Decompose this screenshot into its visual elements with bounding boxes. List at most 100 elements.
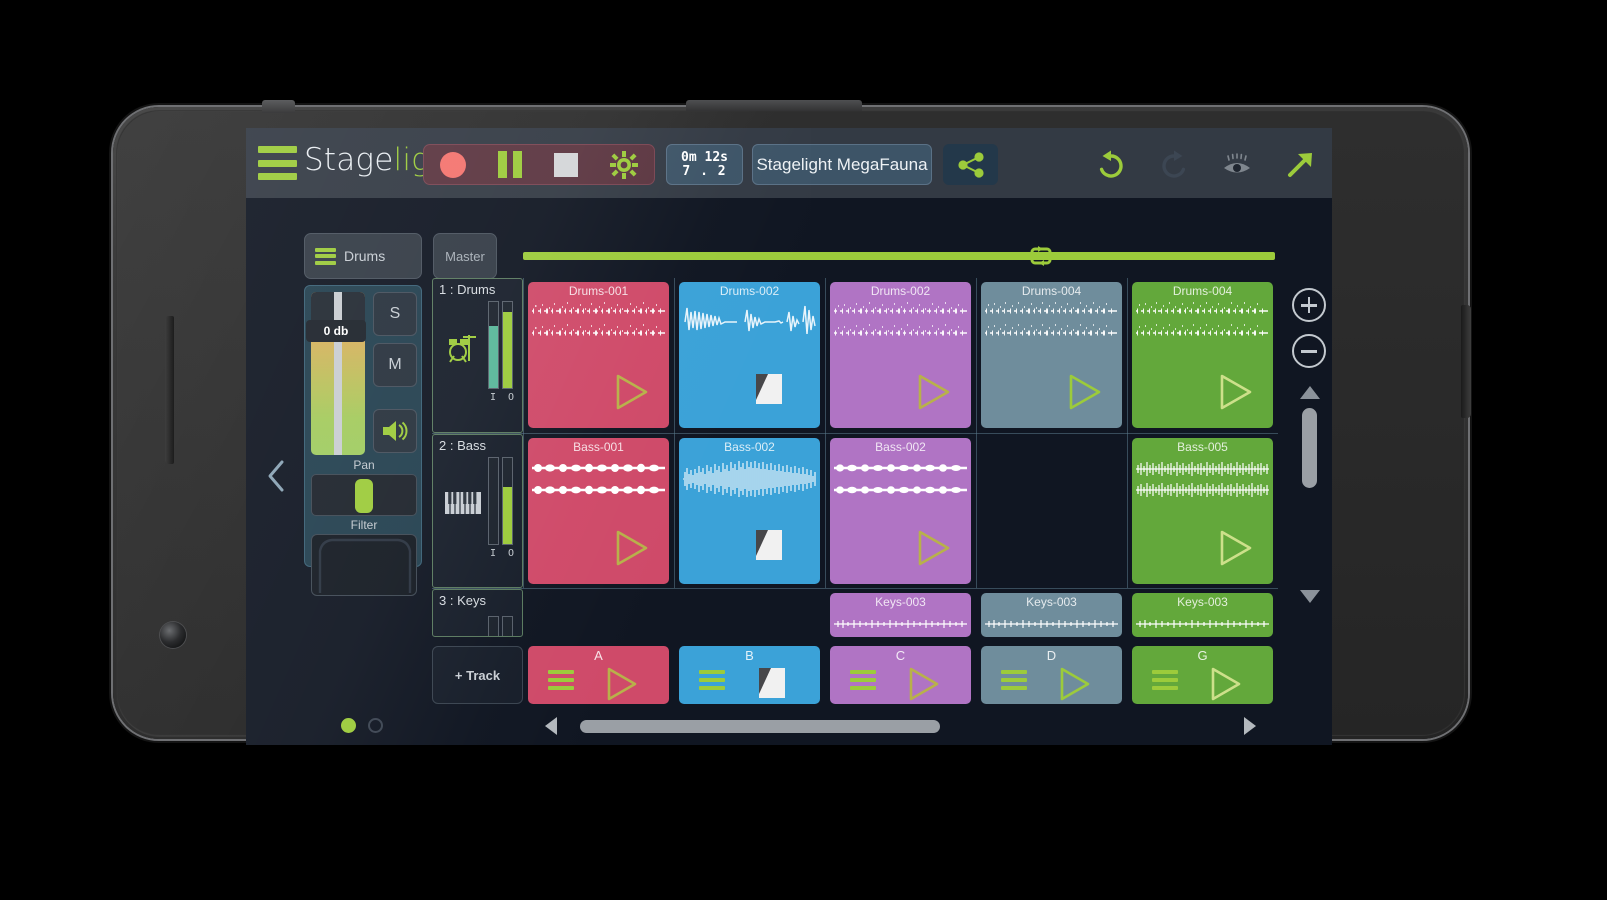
page-dot-active[interactable] [341, 718, 356, 733]
track-header-bass[interactable]: 2 : Bass I O [432, 434, 523, 588]
clip-cell[interactable]: Drums-001 [528, 282, 669, 428]
page-dot-inactive[interactable] [368, 718, 383, 733]
waveform-icon [834, 464, 967, 494]
volume-fader[interactable] [311, 292, 365, 455]
record-icon[interactable] [440, 151, 466, 178]
clip-cell[interactable]: Keys-003 [830, 593, 971, 637]
eye-button[interactable] [1219, 147, 1255, 183]
mixer-tab-label: Drums [344, 248, 386, 264]
scene-label: G [1197, 648, 1208, 663]
waveform-icon [1136, 620, 1269, 628]
track-header-keys[interactable]: 3 : Keys [432, 589, 523, 637]
clip-cell-empty[interactable] [981, 438, 1122, 584]
hamburger-icon[interactable] [699, 670, 725, 690]
scroll-up-button[interactable] [1300, 386, 1320, 399]
mixer-tab-drums[interactable]: Drums [304, 233, 422, 279]
time-position: 7 . 2 [682, 163, 727, 179]
stop-icon[interactable] [756, 530, 782, 560]
piano-keys-icon [445, 492, 481, 519]
scene-button-g[interactable]: G [1132, 646, 1273, 704]
clip-cell[interactable]: Keys-003 [1132, 593, 1273, 637]
waveform-icon [532, 463, 665, 495]
eye-icon [1224, 152, 1250, 172]
track-io-label: I O [490, 392, 518, 403]
clip-title: Keys-003 [1177, 595, 1228, 609]
hamburger-icon[interactable] [850, 670, 876, 690]
stop-icon[interactable] [554, 152, 578, 177]
track-label: 2 : Bass [439, 438, 486, 453]
scene-button-d[interactable]: D [981, 646, 1122, 704]
play-icon [616, 374, 648, 410]
filter-pad[interactable] [311, 534, 417, 596]
hamburger-icon[interactable] [548, 670, 574, 690]
screenshot-root: Stagelight [0, 0, 1607, 900]
zoom-out-button[interactable] [1292, 334, 1326, 368]
scroll-left-button[interactable] [545, 717, 557, 735]
stop-icon[interactable] [759, 668, 785, 698]
play-icon [1211, 667, 1241, 701]
undo-icon [1099, 150, 1123, 178]
horizontal-scrollbar-thumb[interactable] [580, 720, 940, 733]
clip-cell[interactable]: Keys-003 [981, 593, 1122, 637]
meter-input [488, 616, 499, 636]
expand-button[interactable] [1282, 147, 1318, 183]
waveform-icon [684, 305, 816, 335]
mixer-tab-master[interactable]: Master [433, 233, 497, 279]
hamburger-icon[interactable] [1152, 670, 1178, 690]
speaker-button[interactable] [373, 409, 417, 453]
pan-slider[interactable] [311, 474, 417, 516]
stop-icon[interactable] [756, 374, 782, 404]
master-tab-label: Master [445, 248, 485, 264]
add-track-button[interactable]: + Track [432, 646, 523, 704]
play-icon [616, 530, 648, 566]
gear-icon[interactable] [610, 150, 638, 179]
track-header-drums[interactable]: 1 : Drums I O [432, 278, 523, 433]
volume-button[interactable] [165, 316, 174, 464]
loop-marker[interactable] [1026, 240, 1056, 270]
hamburger-icon[interactable] [1001, 670, 1027, 690]
clip-cell[interactable]: Bass-002 [679, 438, 820, 584]
clip-cell-empty[interactable] [528, 593, 669, 637]
clip-cell-empty[interactable] [679, 593, 820, 637]
clip-cell[interactable]: Drums-002 [830, 282, 971, 428]
add-track-label: + Track [454, 667, 501, 683]
top-right-actions [1093, 144, 1318, 185]
waveform-icon [1136, 462, 1269, 497]
clip-title: Keys-003 [1026, 595, 1077, 609]
share-button[interactable] [943, 144, 998, 185]
zoom-in-button[interactable] [1292, 288, 1326, 322]
play-icon [1060, 667, 1090, 701]
pan-thumb[interactable] [355, 479, 373, 513]
vertical-scrollbar-thumb[interactable] [1302, 408, 1317, 488]
solo-label: S [389, 305, 401, 322]
scroll-right-button[interactable] [1244, 717, 1256, 735]
project-name-field[interactable]: Stagelight MegaFauna [752, 144, 932, 185]
hamburger-icon[interactable] [258, 146, 297, 180]
timeline-bar[interactable] [523, 252, 1275, 260]
scene-button-b[interactable]: B [679, 646, 820, 704]
clip-cell[interactable]: Drums-002 [679, 282, 820, 428]
scene-button-a[interactable]: A [528, 646, 669, 704]
mixer-panel: 0 db S M Pan Filter [304, 285, 422, 596]
time-display[interactable]: 0m 12s 7 . 2 [666, 144, 743, 185]
clip-cell[interactable]: Drums-004 [981, 282, 1122, 428]
scene-label: A [594, 648, 603, 663]
clip-cell[interactable]: Bass-005 [1132, 438, 1273, 584]
clip-title: Bass-001 [573, 440, 624, 454]
undo-button[interactable] [1093, 147, 1129, 183]
scene-button-c[interactable]: C [830, 646, 971, 704]
pause-icon[interactable] [498, 151, 522, 178]
mute-button[interactable]: M [373, 343, 417, 387]
clip-cell[interactable]: Bass-002 [830, 438, 971, 584]
redo-button[interactable] [1156, 147, 1192, 183]
power-button[interactable] [1461, 305, 1471, 418]
clip-cell[interactable]: Drums-004 [1132, 282, 1273, 428]
clip-title: Drums-004 [1021, 284, 1082, 298]
fader-stem [334, 292, 342, 455]
clip-cell[interactable]: Bass-001 [528, 438, 669, 584]
solo-button[interactable]: S [373, 292, 417, 336]
collapse-panel-button[interactable] [265, 458, 287, 494]
meter-output [502, 616, 513, 636]
scroll-down-button[interactable] [1300, 590, 1320, 603]
track-io-label: I O [490, 548, 518, 559]
